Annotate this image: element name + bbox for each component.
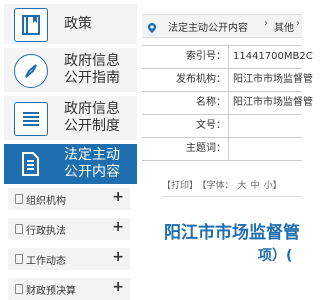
- meta-key: 文号：: [196, 120, 226, 131]
- subnav-label: 工作动态: [26, 256, 66, 267]
- sidebar-item-label-line2: 公开指南: [64, 70, 120, 86]
- sidebar-item-system[interactable]: 政府信息 公开制度: [4, 96, 137, 140]
- meta-key: 发布机构：: [176, 74, 226, 85]
- font-size-label: 【字体：: [202, 181, 234, 191]
- meta-row-name: 名称： 阳江市市场监督管: [142, 92, 313, 115]
- breadcrumb-separator: ›: [264, 18, 268, 29]
- compass-icon: [14, 54, 48, 88]
- subnav-label: 组织机构: [26, 196, 66, 207]
- doc-icon: [15, 254, 23, 264]
- breadcrumb-separator: ›: [296, 18, 300, 29]
- sidebar: 政策 政府信息 公开指南 政府信息 公开制度 法定主动 公开内容 组织机构 + …: [0, 0, 140, 300]
- main-content: 法定主动公开内容 › 其他 › 索引号： 11441700MB2C9 发布机构：…: [142, 0, 313, 300]
- sidebar-item-label-line2: 公开制度: [64, 118, 120, 134]
- meta-value: 阳江市市场监督管: [228, 69, 313, 91]
- subnav-label: 财政预决算: [26, 286, 76, 297]
- doc-icon: [15, 284, 23, 294]
- article-tools: 【打印】 【字体： 大中小】: [162, 178, 286, 191]
- sidebar-item-label-line1: 政府信息: [64, 101, 120, 117]
- sidebar-item-guide[interactable]: 政府信息 公开指南: [4, 48, 137, 92]
- expand-icon[interactable]: +: [112, 219, 124, 235]
- doc-icon: [15, 194, 23, 204]
- meta-row-doc-number: 文号：: [142, 115, 302, 138]
- sidebar-item-public-content[interactable]: 法定主动 公开内容: [4, 144, 137, 184]
- sidebar-item-policy[interactable]: 政策: [4, 4, 137, 44]
- list-icon: [14, 102, 48, 136]
- sidebar-item-label-line1: 政府信息: [64, 53, 120, 69]
- sidebar-item-label-line1: 法定主动: [64, 147, 120, 163]
- meta-row-index: 索引号： 11441700MB2C9: [142, 46, 313, 69]
- font-small-link[interactable]: 小】: [264, 181, 282, 191]
- divider: [162, 196, 302, 197]
- location-pin-icon: [146, 19, 158, 33]
- sidebar-item-label: 政策: [64, 16, 92, 32]
- meta-value: [228, 115, 313, 137]
- font-medium-link[interactable]: 中: [251, 181, 260, 191]
- meta-value: 阳江市市场监督管: [228, 92, 313, 114]
- meta-value: 11441700MB2C9: [228, 46, 313, 68]
- meta-key: 索引号：: [186, 51, 226, 62]
- expand-icon[interactable]: +: [112, 279, 124, 295]
- metadata-table: 索引号： 11441700MB2C9 发布机构： 阳江市市场监督管 名称： 阳江…: [142, 45, 313, 161]
- article-title: 阳江市市场监督管: [164, 223, 300, 243]
- meta-key: 主题词：: [186, 143, 226, 154]
- expand-icon[interactable]: +: [112, 249, 124, 265]
- subnav-item-work-updates[interactable]: 工作动态 +: [8, 248, 130, 270]
- print-link[interactable]: 【打印】: [162, 181, 198, 191]
- breadcrumb-other[interactable]: 其他: [274, 19, 294, 34]
- article-title-line2: 项）(: [258, 248, 293, 264]
- subnav-item-enforcement[interactable]: 行政执法 +: [8, 218, 130, 240]
- doc-icon: [15, 224, 23, 234]
- breadcrumb-public-content[interactable]: 法定主动公开内容: [168, 19, 248, 34]
- meta-value: [228, 138, 313, 160]
- meta-row-publisher: 发布机构： 阳江市市场监督管: [142, 69, 313, 92]
- expand-icon[interactable]: +: [112, 189, 124, 205]
- sidebar-item-label-line2: 公开内容: [64, 164, 120, 180]
- font-large-link[interactable]: 大: [238, 181, 247, 191]
- meta-key: 名称：: [196, 97, 226, 108]
- document-icon: [14, 148, 46, 180]
- meta-row-keywords: 主题词：: [142, 138, 302, 161]
- subnav-label: 行政执法: [26, 226, 66, 237]
- breadcrumb: 法定主动公开内容 › 其他 ›: [142, 14, 302, 38]
- book-icon: [14, 8, 48, 42]
- subnav-item-organization[interactable]: 组织机构 +: [8, 188, 130, 210]
- subnav-item-budget[interactable]: 财政预决算 +: [8, 278, 130, 300]
